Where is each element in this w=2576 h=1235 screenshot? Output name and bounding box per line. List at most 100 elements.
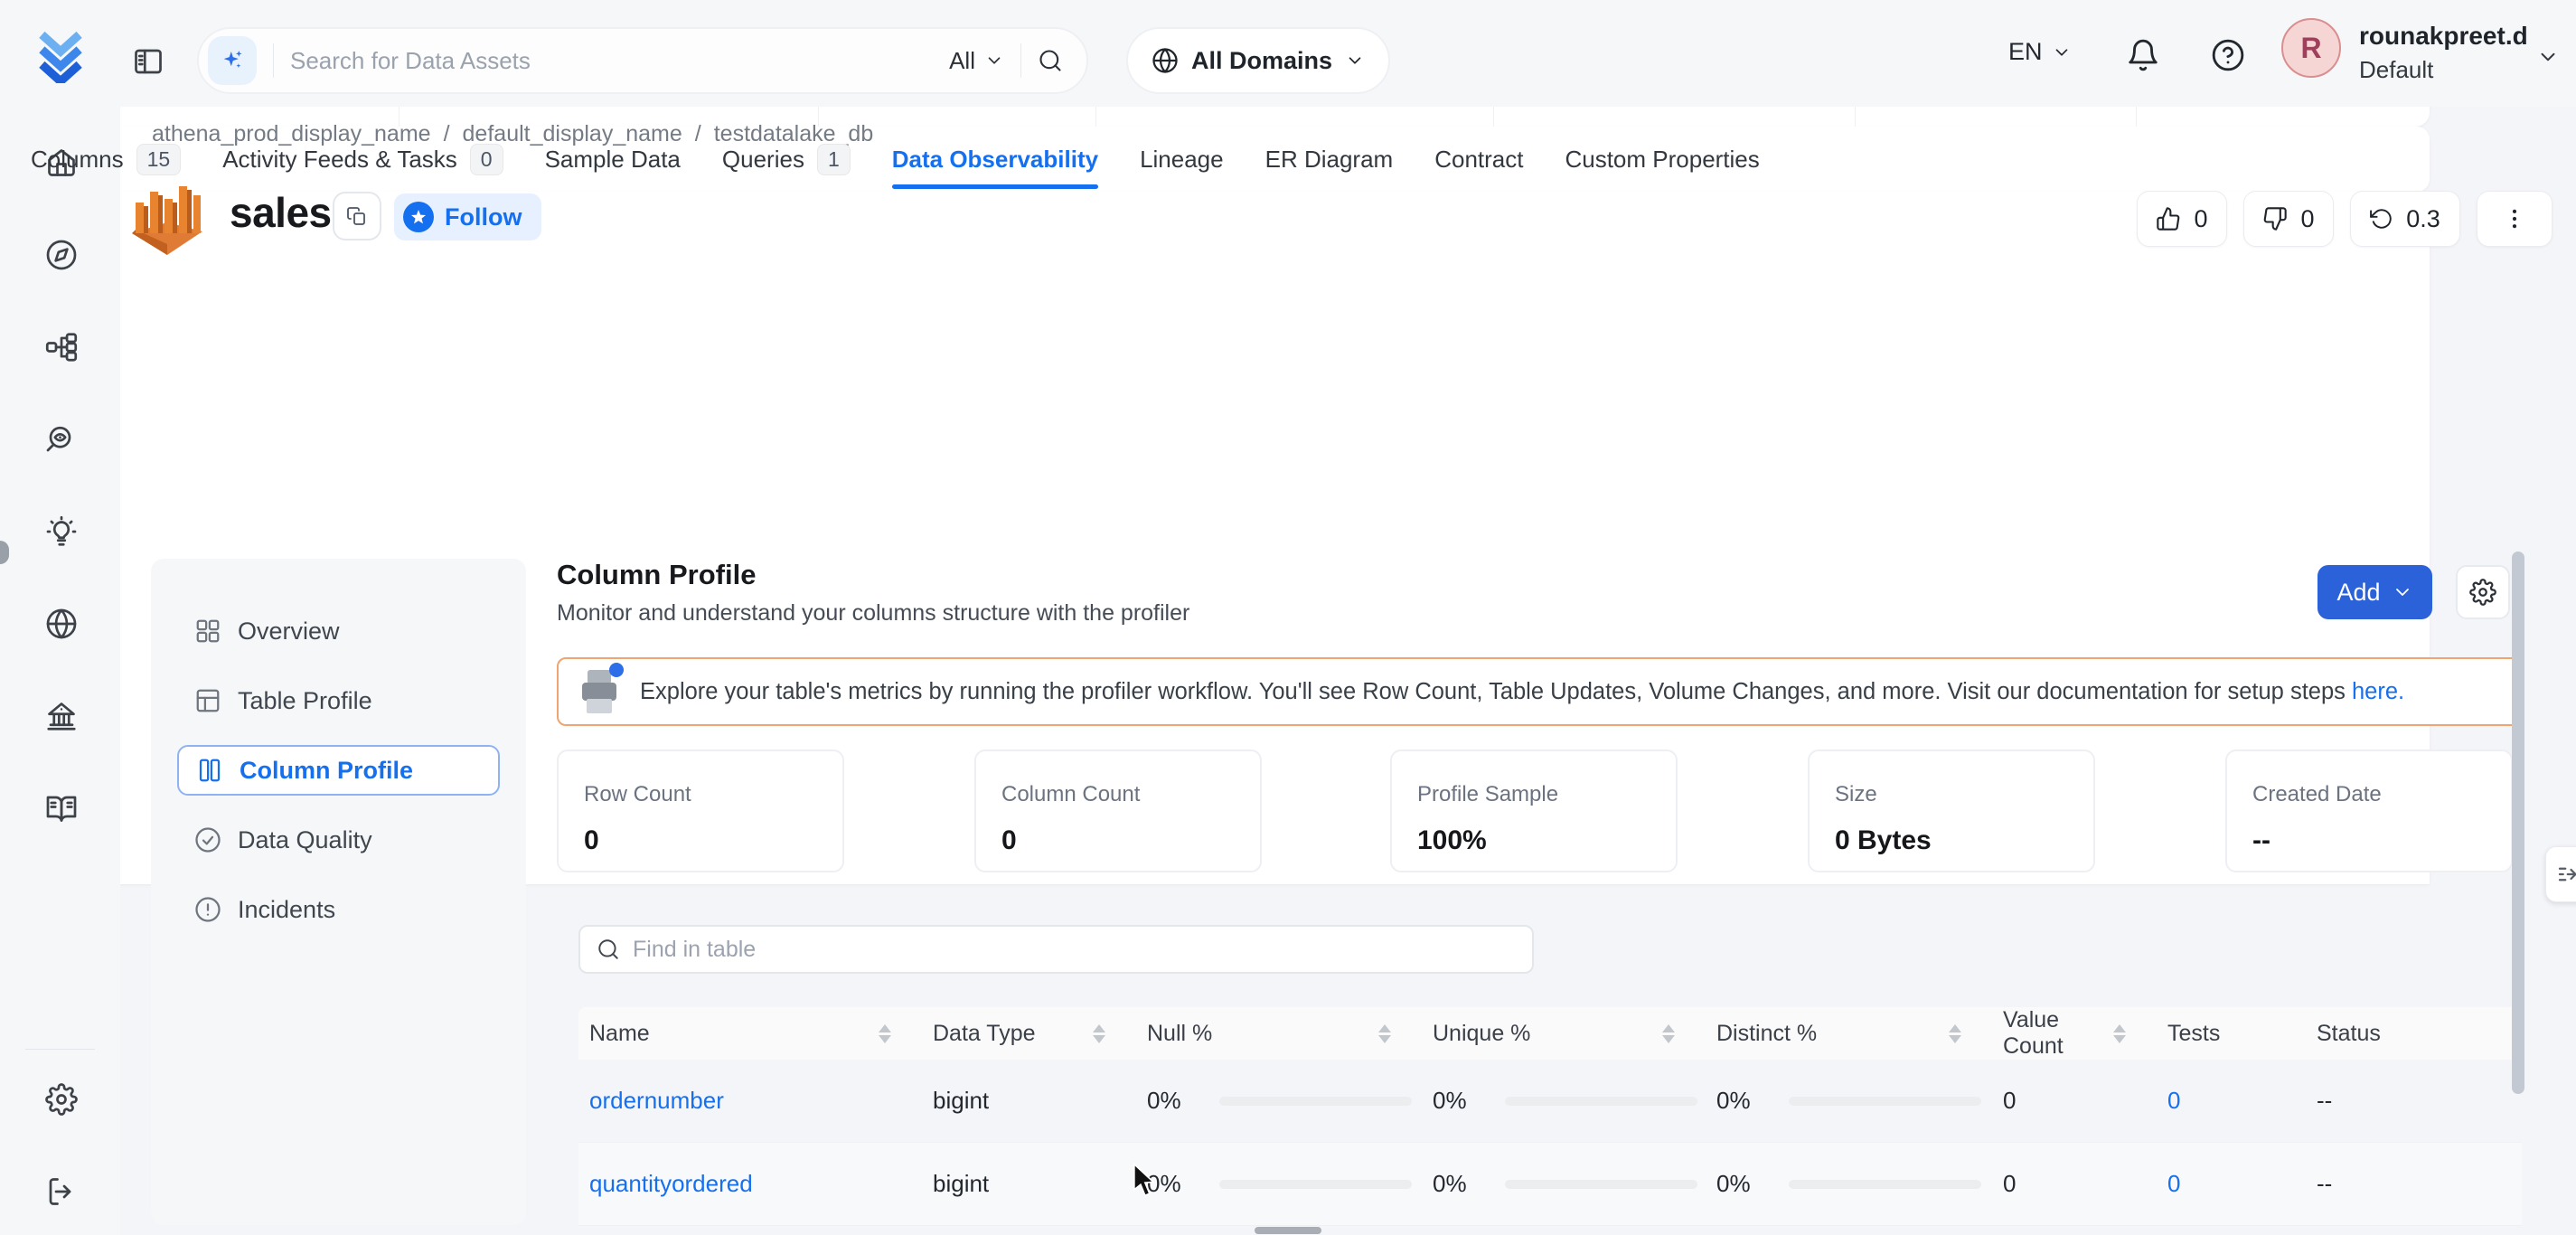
version-button[interactable]: 0.3 xyxy=(2350,191,2460,247)
rail-lineage-icon[interactable] xyxy=(45,331,78,363)
sort-icon[interactable] xyxy=(1662,1024,1675,1043)
nav-data-quality[interactable]: Data Quality xyxy=(177,815,500,865)
section-title: Column Profile xyxy=(557,559,756,591)
search-icon xyxy=(597,938,620,961)
global-search[interactable]: All xyxy=(197,27,1088,94)
profile-chevron-down-icon[interactable] xyxy=(2536,45,2560,69)
nav-table-profile[interactable]: Table Profile xyxy=(177,675,500,726)
thumbs-down-icon xyxy=(2262,206,2288,231)
chevron-down-icon xyxy=(2052,42,2072,62)
table-row: quantityordered bigint 0% 0% 0% 0 0 -- xyxy=(578,1143,2522,1226)
tab-activity-feeds[interactable]: Activity Feeds & Tasks0 xyxy=(222,127,503,192)
tab-er-diagram[interactable]: ER Diagram xyxy=(1265,127,1394,192)
sort-icon[interactable] xyxy=(2113,1024,2126,1043)
columns-icon xyxy=(196,757,223,784)
nav-column-profile[interactable]: Column Profile xyxy=(177,745,500,796)
ai-sparkle-icon[interactable] xyxy=(208,36,257,85)
tab-sample-data[interactable]: Sample Data xyxy=(545,127,681,192)
top-bar: All All Domains EN R rounakpreet.d Defau… xyxy=(0,0,2576,107)
sidebar-toggle-icon[interactable] xyxy=(132,45,165,78)
search-input[interactable] xyxy=(290,47,949,75)
domains-filter-label: All Domains xyxy=(1191,47,1332,75)
tab-count-badge: 15 xyxy=(136,144,182,175)
kebab-menu-icon xyxy=(2502,206,2527,231)
banner-text: Explore your table's metrics by running … xyxy=(640,679,2346,704)
tab-queries[interactable]: Queries1 xyxy=(722,127,851,192)
null-pct-bar xyxy=(1219,1097,1412,1106)
sort-icon[interactable] xyxy=(1378,1024,1391,1043)
downvote-button[interactable]: 0 xyxy=(2243,191,2334,247)
sort-icon[interactable] xyxy=(1949,1024,1961,1043)
nav-overview[interactable]: Overview xyxy=(177,606,500,656)
copy-name-button[interactable] xyxy=(333,192,381,240)
right-panel-toggle-button[interactable] xyxy=(2545,846,2576,902)
data-type-cell: bigint xyxy=(922,1087,1136,1115)
add-button[interactable]: Add xyxy=(2317,565,2432,619)
tab-contract[interactable]: Contract xyxy=(1434,127,1523,192)
search-scope-dropdown[interactable]: All xyxy=(949,47,1004,75)
globe-icon xyxy=(1152,47,1179,74)
notifications-bell-icon[interactable] xyxy=(2126,38,2160,72)
language-dropdown[interactable]: EN xyxy=(2008,38,2072,66)
tab-count-badge: 1 xyxy=(817,144,851,175)
column-name-link[interactable]: quantityordered xyxy=(589,1170,753,1197)
distinct-pct-bar xyxy=(1789,1097,1981,1106)
nav-incidents[interactable]: Incidents xyxy=(177,884,500,935)
col-header-unique-pct[interactable]: Unique % xyxy=(1422,1021,1706,1047)
check-circle-icon xyxy=(194,826,221,853)
rail-logout-icon[interactable] xyxy=(45,1175,78,1208)
rail-settings-icon[interactable] xyxy=(45,1083,78,1116)
upvote-count: 0 xyxy=(2194,205,2207,233)
app-logo-icon[interactable] xyxy=(31,24,90,83)
horizontal-scrollbar[interactable] xyxy=(1255,1227,1321,1234)
more-actions-button[interactable] xyxy=(2477,191,2552,247)
app-window: All All Domains EN R rounakpreet.d Defau… xyxy=(0,0,2576,1235)
col-header-name[interactable]: Name xyxy=(578,1021,922,1047)
unique-pct-bar xyxy=(1505,1097,1697,1106)
table-row: ordernumber bigint 0% 0% 0% 0 0 -- xyxy=(578,1060,2522,1143)
entity-title: sales xyxy=(230,188,332,237)
thumbs-up-icon xyxy=(2156,206,2181,231)
col-header-null-pct[interactable]: Null % xyxy=(1136,1021,1422,1047)
rail-explore-icon[interactable] xyxy=(45,239,78,271)
distinct-pct-cell: 0% xyxy=(1706,1170,1992,1198)
avatar-initial: R xyxy=(2300,32,2321,65)
null-pct-cell: 0% xyxy=(1136,1170,1422,1198)
user-avatar[interactable]: R xyxy=(2281,18,2341,78)
sort-icon[interactable] xyxy=(1093,1024,1105,1043)
stat-profile-sample: Profile Sample 100% xyxy=(1390,749,1678,872)
tests-link[interactable]: 0 xyxy=(2167,1170,2180,1197)
vertical-scrollbar[interactable] xyxy=(2512,552,2524,1094)
col-header-value-count[interactable]: Value Count xyxy=(1992,1007,2157,1060)
user-name: rounakpreet.d xyxy=(2359,22,2528,51)
rail-resize-handle[interactable] xyxy=(0,541,9,564)
alert-circle-icon xyxy=(194,896,221,923)
follow-button[interactable]: Follow xyxy=(394,193,541,240)
column-name-link[interactable]: ordernumber xyxy=(589,1087,724,1114)
stat-row-count: Row Count 0 xyxy=(557,749,844,872)
rail-domains-icon[interactable] xyxy=(45,608,78,640)
tab-lineage[interactable]: Lineage xyxy=(1140,127,1224,192)
tab-columns[interactable]: Columns15 xyxy=(31,127,181,192)
find-in-table-input[interactable] xyxy=(633,937,1516,963)
help-icon[interactable] xyxy=(2211,38,2245,72)
search-icon[interactable] xyxy=(1038,48,1063,73)
find-in-table[interactable] xyxy=(578,925,1534,974)
table-header-row: Name Data Type Null % Unique % Distinct … xyxy=(578,1007,2522,1060)
tab-custom-properties[interactable]: Custom Properties xyxy=(1565,127,1759,192)
sort-icon[interactable] xyxy=(879,1024,891,1043)
tests-link[interactable]: 0 xyxy=(2167,1087,2180,1114)
profiler-settings-button[interactable] xyxy=(2456,565,2510,619)
rail-observability-icon[interactable] xyxy=(45,423,78,456)
rail-govern-icon[interactable] xyxy=(45,700,78,732)
rail-glossary-icon[interactable] xyxy=(45,792,78,825)
domains-filter-button[interactable]: All Domains xyxy=(1126,27,1390,94)
upvote-button[interactable]: 0 xyxy=(2137,191,2227,247)
rail-insights-icon[interactable] xyxy=(45,515,78,548)
banner-docs-link[interactable]: here. xyxy=(2352,679,2404,704)
tab-data-observability[interactable]: Data Observability xyxy=(892,127,1098,192)
col-header-data-type[interactable]: Data Type xyxy=(922,1021,1136,1047)
copy-icon xyxy=(346,205,368,227)
value-count-cell: 0 xyxy=(1992,1170,2157,1198)
col-header-distinct-pct[interactable]: Distinct % xyxy=(1706,1021,1992,1047)
